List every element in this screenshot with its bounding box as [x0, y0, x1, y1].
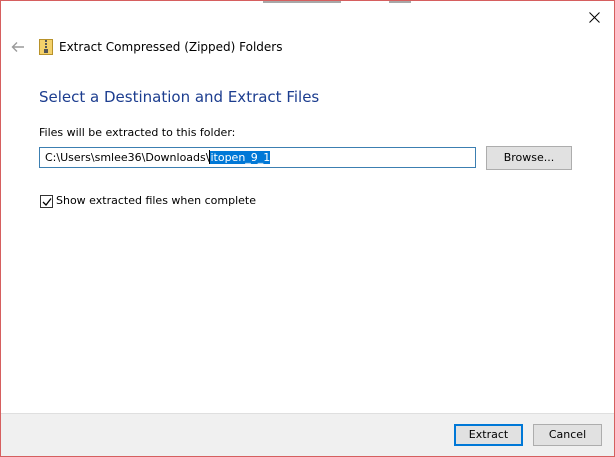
checkmark-icon	[42, 197, 52, 206]
cancel-button[interactable]: Cancel	[533, 424, 602, 446]
browse-button[interactable]: Browse...	[486, 146, 572, 170]
path-selected-text: itopen_9_1	[210, 151, 271, 164]
destination-path-input[interactable]: C:\Users\smlee36\Downloads\itopen_9_1	[39, 147, 476, 168]
show-files-checkbox[interactable]	[40, 195, 53, 208]
dialog-footer: Extract Cancel	[1, 413, 614, 456]
background-strip	[389, 1, 411, 3]
extract-button[interactable]: Extract	[454, 424, 523, 446]
close-button[interactable]	[582, 6, 606, 28]
show-files-label[interactable]: Show extracted files when complete	[56, 194, 256, 207]
back-button[interactable]	[7, 38, 29, 56]
extract-dialog-window: Extract Compressed (Zipped) Folders Sele…	[0, 0, 615, 457]
page-heading: Select a Destination and Extract Files	[39, 88, 320, 106]
path-prefix-text: C:\Users\smlee36\Downloads\	[45, 151, 210, 164]
destination-label: Files will be extracted to this folder:	[39, 126, 236, 139]
background-strip	[263, 1, 341, 3]
close-icon	[588, 11, 600, 23]
zip-folder-icon	[39, 39, 53, 55]
back-arrow-icon	[11, 42, 24, 52]
dialog-title: Extract Compressed (Zipped) Folders	[59, 40, 283, 54]
